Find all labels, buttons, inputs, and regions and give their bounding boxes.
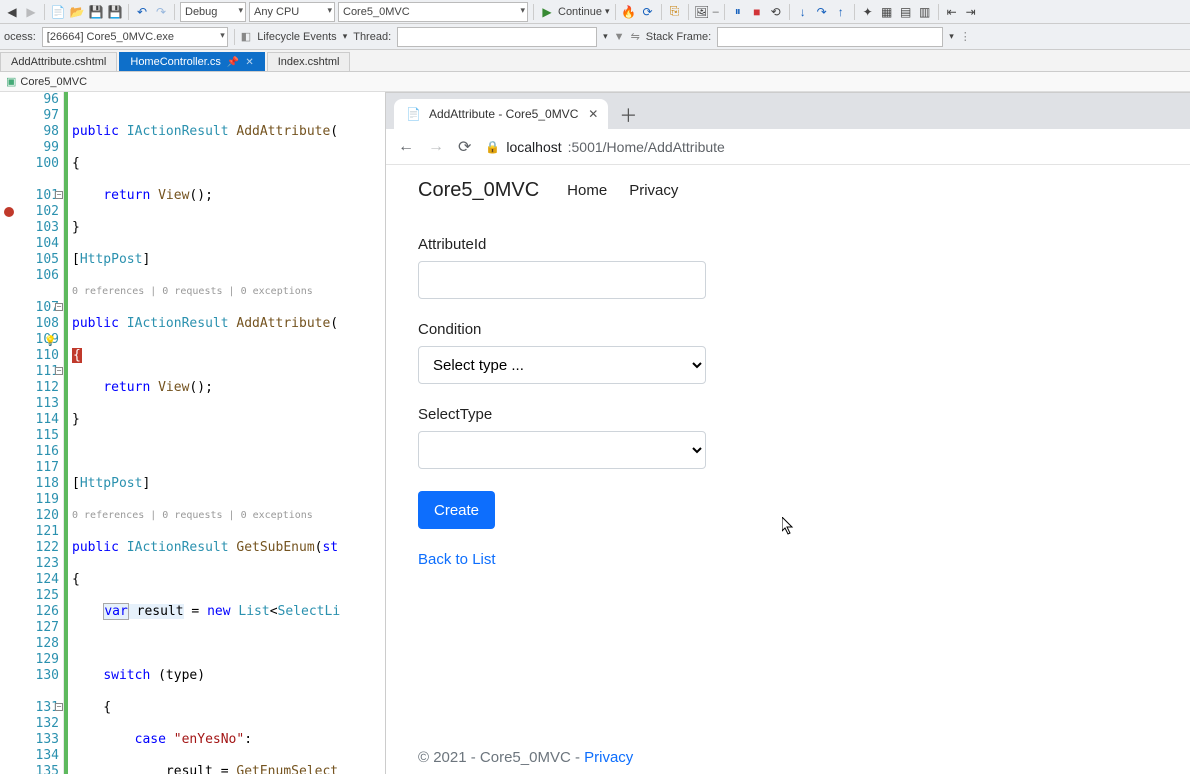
lifecycle-icon[interactable]: ◧ — [241, 30, 251, 43]
tab-addattribute[interactable]: AddAttribute.cshtml — [0, 52, 117, 71]
back-icon[interactable]: ← — [398, 138, 414, 156]
site-navbar: Core5_0MVC Home Privacy — [386, 165, 1190, 212]
reload-icon[interactable]: ⟳ — [458, 137, 471, 157]
create-button[interactable]: Create — [418, 491, 495, 529]
browserlink-icon[interactable]: ⎘ — [667, 4, 683, 20]
step-over-icon[interactable]: ↷ — [814, 4, 830, 20]
field-selecttype: SelectType — [418, 406, 1158, 469]
url-field[interactable]: 🔒 localhost:5001/Home/AddAttribute — [485, 139, 724, 155]
page-footer: © 2021 - Core5_0MVC - Privacy — [418, 749, 633, 766]
condition-label: Condition — [418, 321, 1158, 338]
thread-field[interactable] — [397, 27, 597, 47]
tab-index[interactable]: Index.cshtml — [267, 52, 351, 71]
attributeid-input[interactable] — [418, 261, 706, 299]
nav-privacy[interactable]: Privacy — [629, 182, 678, 199]
config-dropdown[interactable]: Debug — [180, 2, 246, 22]
page-body: Core5_0MVC Home Privacy AttributeId Cond… — [386, 165, 1190, 774]
doc-tabstrip: AddAttribute.cshtml HomeController.cs 📌 … — [0, 50, 1190, 72]
saveall-icon[interactable]: 💾 — [107, 4, 123, 20]
ext1-icon[interactable]: ✦ — [860, 4, 876, 20]
code-editor[interactable]: 9697989910010110210310410510610710810911… — [0, 92, 386, 774]
pin-icon[interactable]: 📌 — [227, 57, 239, 68]
platform-dropdown[interactable]: Any CPU — [249, 2, 335, 22]
filter-icon[interactable]: ▼ — [614, 31, 625, 43]
chrome-addressbar: ← → ⟳ 🔒 localhost:5001/Home/AddAttribute — [386, 129, 1190, 165]
close-icon[interactable]: ✕ — [245, 57, 253, 68]
ext3-icon[interactable]: ▤ — [898, 4, 914, 20]
footer-privacy-link[interactable]: Privacy — [584, 749, 633, 766]
close-icon[interactable]: ✕ — [588, 107, 598, 121]
hot-reload-icon[interactable]: 🔥 — [621, 4, 637, 20]
ext2-icon[interactable]: ▦ — [879, 4, 895, 20]
continue-icon[interactable]: ▶ — [539, 4, 555, 20]
step-into-icon[interactable]: ↓ — [795, 4, 811, 20]
code-body[interactable]: public IActionResult AddAttribute( { ret… — [64, 92, 385, 774]
redo-icon: ↷ — [153, 4, 169, 20]
stackframe-field[interactable] — [717, 27, 943, 47]
thread-label: Thread: — [353, 31, 391, 43]
attributeid-label: AttributeId — [418, 236, 1158, 253]
chrome-tabstrip: 📄 AddAttribute - Core5_0MVC ✕ ＋ — [386, 93, 1190, 129]
project-icon: ▣ — [6, 75, 16, 88]
project-dropdown[interactable]: Core5_0MVC — [338, 2, 528, 22]
indent-left-icon[interactable]: ⇤ — [944, 4, 960, 20]
ext4-icon[interactable]: ▥ — [917, 4, 933, 20]
browser-panel: 📄 AddAttribute - Core5_0MVC ✕ ＋ ← → ⟳ 🔒 … — [386, 92, 1190, 774]
selecttype-label: SelectType — [418, 406, 1158, 423]
toolbar-debug: ocess: [26664] Core5_0MVC.exe ◧ Lifecycl… — [0, 24, 1190, 50]
step-out-icon[interactable]: ↑ — [833, 4, 849, 20]
new-icon[interactable]: 📄 — [50, 4, 66, 20]
open-icon[interactable]: 📂 — [69, 4, 85, 20]
save-icon[interactable]: 💾 — [88, 4, 104, 20]
new-tab-button[interactable]: ＋ — [614, 101, 642, 129]
pause-icon[interactable]: ⏸ — [730, 4, 746, 20]
process-dropdown[interactable]: [26664] Core5_0MVC.exe — [42, 27, 228, 47]
restart-icon[interactable]: ⟲ — [768, 4, 784, 20]
undo-icon[interactable]: ↶ — [134, 4, 150, 20]
chrome-tab[interactable]: 📄 AddAttribute - Core5_0MVC ✕ — [394, 99, 608, 129]
page-icon: 📄 — [406, 107, 421, 121]
lock-icon: 🔒 — [485, 140, 500, 154]
selecttype-select[interactable] — [418, 431, 706, 469]
nav-home[interactable]: Home — [567, 182, 607, 199]
img-icon[interactable]: 🖼 — [694, 4, 710, 20]
stop-icon[interactable]: ■ — [749, 4, 765, 20]
breadcrumb[interactable]: ▣ Core5_0MVC — [0, 72, 1190, 92]
brand[interactable]: Core5_0MVC — [418, 179, 539, 202]
condition-select[interactable]: Select type ... — [418, 346, 706, 384]
lifecycle-label[interactable]: Lifecycle Events — [257, 31, 336, 43]
forward-icon: → — [428, 138, 444, 156]
nav-back-icon[interactable]: ◀ — [4, 4, 20, 20]
field-condition: Condition Select type ... — [418, 321, 1158, 384]
refresh-icon[interactable]: ⟳ — [640, 4, 656, 20]
indent-right-icon[interactable]: ⇥ — [963, 4, 979, 20]
toolbar-main: ◀ ▶ 📄 📂 💾 💾 ↶ ↷ Debug Any CPU Core5_0MVC… — [0, 0, 1190, 24]
tab-homecontroller[interactable]: HomeController.cs 📌 ✕ — [119, 52, 264, 71]
field-attributeid: AttributeId — [418, 236, 1158, 299]
gutter: 9697989910010110210310410510610710810911… — [0, 92, 64, 774]
threads-icon[interactable]: ⇋ — [631, 30, 640, 43]
continue-label[interactable]: Continue — [558, 6, 602, 18]
process-label: ocess: — [4, 31, 36, 43]
stackframe-label: Stack Frame: — [646, 31, 711, 43]
back-to-list-link[interactable]: Back to List — [418, 551, 496, 568]
overflow-icon[interactable]: ⋮ — [960, 30, 971, 43]
nav-fwd-icon: ▶ — [23, 4, 39, 20]
